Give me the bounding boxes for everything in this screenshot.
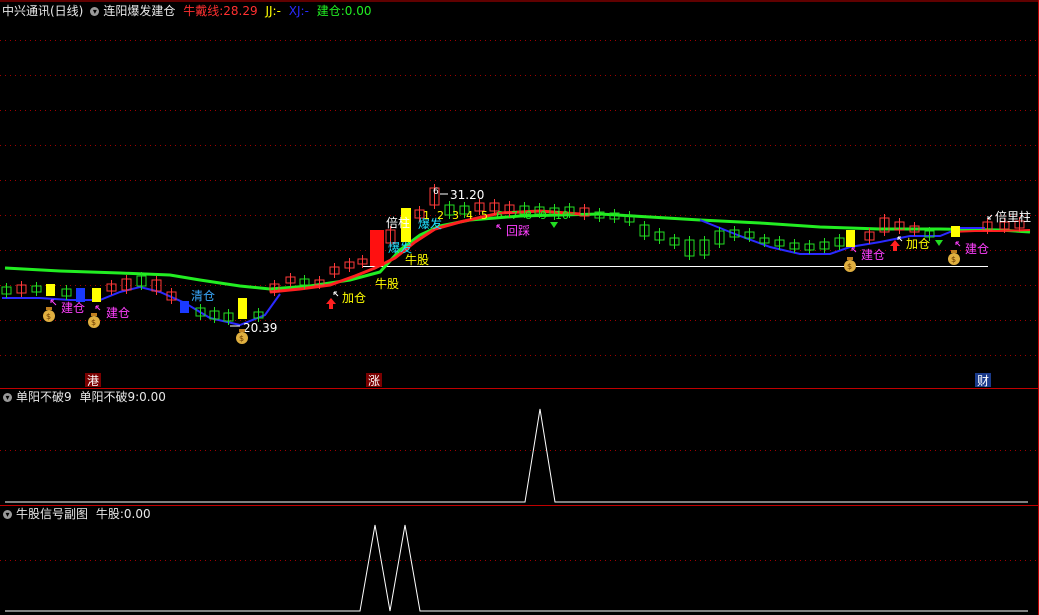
indicator-settings-icon[interactable]: ▾ (3, 393, 12, 402)
low-price-label: 20.39 (243, 321, 277, 335)
blue-ma-line-2 (699, 219, 985, 255)
bei-li-zhu-label: 倍里柱 (995, 209, 1031, 224)
count-label: 8 (525, 209, 532, 222)
high-tag-label: 6 (433, 187, 439, 197)
money-bag-icon: $ (844, 257, 856, 272)
indicator-settings-icon[interactable]: ▾ (3, 510, 12, 519)
sub1-series-label: 单阳不破9: (79, 390, 140, 404)
cai-marker: 财 (977, 374, 989, 388)
pointer-arrow-icon (333, 291, 339, 297)
jiacang-label: 加仓 (906, 237, 930, 251)
pointer-arrow-icon (955, 241, 961, 247)
pane-dividers (0, 0, 1039, 615)
pointer-arrow-icon (496, 224, 502, 230)
svg-text:$: $ (239, 334, 244, 343)
sub2-name[interactable]: 牛股信号副图 (16, 507, 88, 521)
yellow-bar (92, 288, 101, 302)
sub1-value: 0.00 (139, 390, 166, 404)
huicai-label: 回踩 (506, 224, 530, 238)
money-bag-icon: $ (88, 313, 100, 328)
count-label: 2 (437, 209, 444, 222)
xj-label: XJ: (288, 4, 305, 18)
svg-text:$: $ (46, 312, 51, 321)
svg-text:$: $ (847, 262, 852, 271)
bull-line-label: 牛戴线: (183, 4, 224, 18)
yellow-bar (46, 284, 55, 296)
sub1-name[interactable]: 单阳不破9 (16, 390, 72, 404)
indicator-name[interactable]: 连阳爆发建仓 (103, 4, 175, 18)
gang-marker: 港 (87, 374, 99, 388)
signal-line-niugu (5, 524, 1028, 612)
pointer-arrow-icon (50, 299, 57, 306)
qingcang-label: 清仓 (191, 289, 215, 303)
count-label: 10 (555, 209, 569, 222)
sub1-header: ▾ 单阳不破9 单阳不破9:0.00 (0, 389, 170, 405)
count-label: 1 (423, 209, 430, 222)
blue-bar (76, 288, 85, 302)
bei-zhu-label: 倍柱 (386, 215, 410, 230)
jj-label: JJ: (265, 4, 277, 18)
high-price-label: 31.20 (450, 188, 484, 202)
jj-value: - (276, 4, 281, 18)
indicator-settings-icon[interactable]: ▾ (90, 7, 100, 16)
jiancang-label: 建仓 (61, 301, 85, 315)
main-header: 中兴通讯(日线) ▾ 连阳爆发建仓 牛戴线:28.29 JJ:- XJ:- 建仓:0… (0, 3, 376, 19)
sub2-header: ▾ 牛股信号副图 牛股:0.00 (0, 506, 155, 522)
zhang-marker: 涨 (368, 373, 380, 388)
count-label: 3 (452, 209, 459, 222)
jiancang-label: 建仓 (965, 242, 989, 256)
jiancang-label: 建仓 (861, 248, 885, 262)
jc-label: 建仓: (316, 4, 345, 18)
stock-title[interactable]: 中兴通讯(日线) (2, 4, 83, 18)
count-label: 4 (466, 209, 473, 222)
bull-volume-bar (370, 230, 384, 266)
money-bag-icons: $ $ $ $ $ (43, 250, 960, 344)
yellow-bar (846, 230, 855, 247)
jiacang-label: 加仓 (342, 291, 366, 305)
pointer-arrow-icon (95, 305, 101, 311)
count-label: 7 (511, 209, 518, 222)
sub2-series-label: 牛股: (95, 507, 124, 521)
niugu-label: 牛股 (375, 276, 399, 291)
yellow-bar (238, 298, 247, 319)
jiancang-label: 建仓 (106, 306, 130, 320)
yellow-bar (951, 226, 960, 237)
grid-lines (0, 40, 1039, 561)
sub2-value: 0.00 (123, 507, 151, 521)
svg-text:$: $ (951, 255, 956, 264)
svg-text:$: $ (91, 318, 96, 327)
money-bag-icon: $ (43, 307, 55, 322)
count-label: 5 (481, 209, 488, 222)
blue-bar (180, 301, 189, 313)
jc-value: 0.00 (344, 4, 372, 18)
signal-line-danyang (5, 408, 1028, 503)
niugu-label: 牛股 (405, 252, 429, 267)
count-label: 6 (496, 209, 503, 222)
chart-canvas[interactable]: 建仓 建仓 建仓 建仓 清仓 加仓 加仓 20.39 31.20 6 倍柱 爆发… (0, 0, 1039, 615)
money-bag-icon: $ (948, 250, 960, 265)
count-label: 9 (540, 209, 547, 222)
bull-line-value: 28.29 (223, 4, 258, 18)
xj-value: - (304, 4, 309, 18)
